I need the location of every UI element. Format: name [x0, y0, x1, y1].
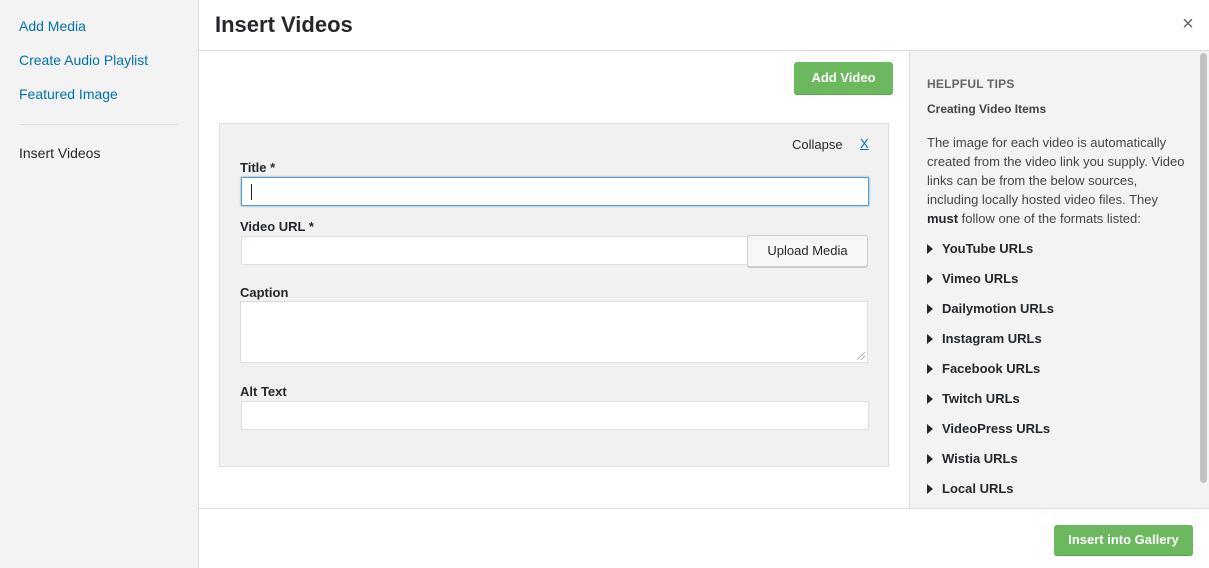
- video-item-box: Collapse X Title * Video URL * Upload Me…: [219, 123, 889, 467]
- collapse-link[interactable]: Collapse: [792, 137, 843, 152]
- source-videopress[interactable]: VideoPress URLs: [927, 421, 1050, 436]
- tips-subheading: Creating Video Items: [927, 102, 1047, 116]
- source-facebook[interactable]: Facebook URLs: [927, 361, 1040, 376]
- alt-text-input[interactable]: [241, 401, 869, 430]
- tips-description: The image for each video is automaticall…: [927, 133, 1192, 228]
- menu-item-create-audio-playlist[interactable]: Create Audio Playlist: [19, 52, 148, 68]
- add-video-button[interactable]: Add Video: [794, 62, 893, 94]
- page-title: Insert Videos: [215, 12, 353, 37]
- source-label: YouTube URLs: [942, 241, 1034, 256]
- sidebar-scrollbar[interactable]: [1200, 53, 1207, 483]
- resize-handle-icon[interactable]: [857, 352, 865, 360]
- source-label: Vimeo URLs: [942, 271, 1019, 286]
- tips-body-text-end: follow one of the formats listed:: [958, 211, 1141, 226]
- source-youtube[interactable]: YouTube URLs: [927, 241, 1033, 256]
- caret-right-icon: [927, 274, 933, 284]
- source-label: Instagram URLs: [942, 331, 1042, 346]
- source-local[interactable]: Local URLs: [927, 481, 1014, 496]
- tips-heading: Helpful Tips: [927, 77, 1015, 91]
- main-content: Add Video Collapse X Title * Video URL *…: [199, 51, 909, 508]
- source-label: Dailymotion URLs: [942, 301, 1054, 316]
- caret-right-icon: [927, 334, 933, 344]
- source-label: Wistia URLs: [942, 451, 1018, 466]
- helpful-tips-sidebar: Helpful Tips Creating Video Items The im…: [909, 51, 1209, 508]
- source-instagram[interactable]: Instagram URLs: [927, 331, 1042, 346]
- caret-right-icon: [927, 394, 933, 404]
- footer-toolbar: Insert into Gallery: [199, 508, 1209, 568]
- remove-item-link[interactable]: X: [860, 136, 869, 151]
- caret-right-icon: [927, 364, 933, 374]
- source-vimeo[interactable]: Vimeo URLs: [927, 271, 1018, 286]
- source-label: Local URLs: [942, 481, 1014, 496]
- menu-item-insert-videos[interactable]: Insert Videos: [19, 145, 100, 161]
- text-caret: [251, 184, 252, 200]
- caret-right-icon: [927, 304, 933, 314]
- tips-body-text: The image for each video is automaticall…: [927, 135, 1185, 207]
- caret-right-icon: [927, 454, 933, 464]
- upload-media-button[interactable]: Upload Media: [747, 235, 868, 267]
- title-input[interactable]: [241, 177, 869, 206]
- frame-title-bar: Insert Videos ×: [199, 0, 1209, 51]
- title-label: Title *: [240, 160, 276, 175]
- menu-item-add-media[interactable]: Add Media: [19, 18, 86, 34]
- caption-textarea[interactable]: [240, 301, 868, 363]
- menu-item-featured-image[interactable]: Featured Image: [19, 86, 118, 102]
- caret-right-icon: [927, 424, 933, 434]
- tips-body-emphasis: must: [927, 211, 959, 226]
- source-label: VideoPress URLs: [942, 421, 1051, 436]
- source-label: Twitch URLs: [942, 391, 1020, 406]
- source-label: Facebook URLs: [942, 361, 1041, 376]
- video-url-label: Video URL *: [240, 219, 314, 234]
- video-url-input[interactable]: [241, 236, 748, 265]
- insert-into-gallery-button[interactable]: Insert into Gallery: [1054, 525, 1193, 555]
- source-twitch[interactable]: Twitch URLs: [927, 391, 1020, 406]
- close-icon[interactable]: ×: [1177, 13, 1199, 35]
- caret-right-icon: [927, 244, 933, 254]
- source-dailymotion[interactable]: Dailymotion URLs: [927, 301, 1054, 316]
- source-wistia[interactable]: Wistia URLs: [927, 451, 1018, 466]
- alt-text-label: Alt Text: [240, 384, 287, 399]
- caret-right-icon: [927, 484, 933, 494]
- media-menu: Add Media Create Audio Playlist Featured…: [0, 0, 199, 568]
- menu-separator: [19, 124, 178, 125]
- caption-label: Caption: [240, 285, 289, 300]
